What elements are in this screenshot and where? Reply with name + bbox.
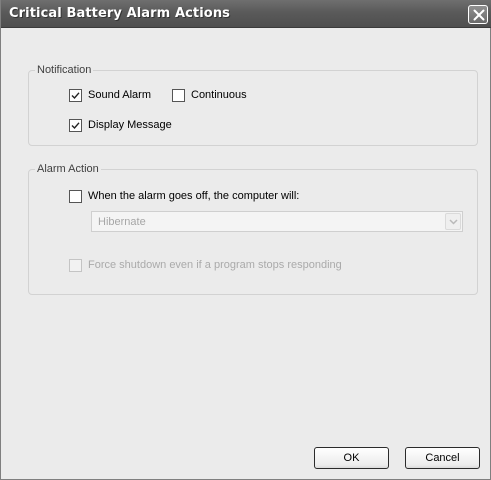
sound-alarm-checkbox[interactable] <box>69 88 82 102</box>
when-alarm-checkbox[interactable] <box>69 189 82 203</box>
continuous-label: Continuous <box>191 89 247 101</box>
title-bar[interactable]: Critical Battery Alarm Actions <box>1 0 491 28</box>
cancel-button[interactable]: Cancel <box>405 447 480 469</box>
alarm-action-dropdown-button[interactable] <box>445 213 461 230</box>
when-alarm-label: When the alarm goes off, the computer wi… <box>88 190 300 202</box>
alarm-action-select-value: Hibernate <box>98 216 146 228</box>
ok-button[interactable]: OK <box>314 447 389 469</box>
force-shutdown-checkbox[interactable] <box>69 258 82 272</box>
force-shutdown-label: Force shutdown even if a program stops r… <box>88 259 342 271</box>
chevron-down-icon <box>449 219 458 225</box>
checkmark-icon <box>71 121 80 129</box>
close-button[interactable] <box>468 5 488 24</box>
display-message-checkbox[interactable] <box>69 118 82 132</box>
sound-alarm-checkbox-row[interactable]: Sound Alarm <box>69 88 151 102</box>
display-message-checkbox-row[interactable]: Display Message <box>69 118 172 132</box>
continuous-checkbox[interactable] <box>172 88 185 102</box>
checkmark-icon <box>71 91 80 99</box>
alarm-action-group: Alarm Action <box>28 163 478 295</box>
force-shutdown-checkbox-row[interactable]: Force shutdown even if a program stops r… <box>69 258 342 272</box>
dialog-window: Critical Battery Alarm Actions Notificat… <box>0 0 491 480</box>
continuous-checkbox-row[interactable]: Continuous <box>172 88 247 102</box>
alarm-action-select[interactable]: Hibernate <box>91 211 463 232</box>
close-icon <box>473 9 485 21</box>
alarm-action-group-label: Alarm Action <box>35 163 101 175</box>
notification-group: Notification <box>28 64 478 146</box>
when-alarm-checkbox-row[interactable]: When the alarm goes off, the computer wi… <box>69 189 299 203</box>
display-message-label: Display Message <box>88 119 172 131</box>
window-title: Critical Battery Alarm Actions <box>9 6 231 21</box>
sound-alarm-label: Sound Alarm <box>88 89 151 101</box>
notification-group-label: Notification <box>35 64 94 76</box>
